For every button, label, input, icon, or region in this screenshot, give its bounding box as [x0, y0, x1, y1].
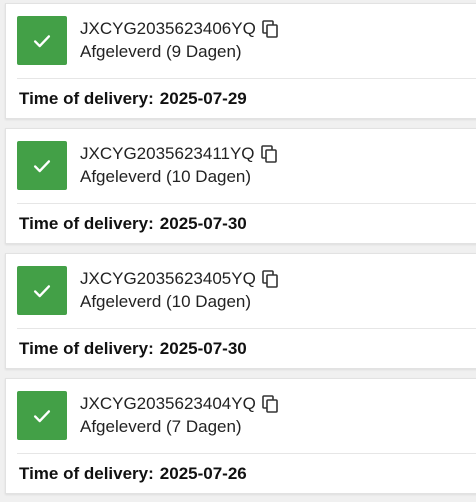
delivery-date: 2025-07-30 [159, 214, 247, 233]
tracking-number: JXCYG2035623405YQ [80, 269, 256, 288]
shipment-header: JXCYG2035623406YQ Afgeleverd (9 Dagen) [17, 16, 476, 66]
delivery-date: 2025-07-30 [159, 339, 247, 358]
delivery-label: Time of delivery: [19, 214, 154, 233]
copy-icon[interactable] [261, 395, 278, 413]
status-text: Afgeleverd (9 Dagen) [80, 42, 242, 61]
shipment-card[interactable]: JXCYG2035623411YQ Afgeleverd (10 Dagen) … [5, 128, 476, 244]
divider [17, 203, 476, 204]
shipment-list: JXCYG2035623406YQ Afgeleverd (9 Dagen) T… [0, 0, 476, 502]
check-icon [33, 34, 51, 47]
tracking-line: JXCYG2035623411YQ [80, 143, 277, 165]
tracking-line: JXCYG2035623405YQ [80, 268, 278, 290]
check-icon [33, 284, 51, 297]
divider [17, 453, 476, 454]
delivery-label: Time of delivery: [19, 339, 154, 358]
shipment-header: JXCYG2035623411YQ Afgeleverd (10 Dagen) [17, 141, 476, 191]
copy-icon[interactable] [260, 145, 277, 163]
tracking-line: JXCYG2035623404YQ [80, 393, 278, 415]
shipment-header: JXCYG2035623405YQ Afgeleverd (10 Dagen) [17, 266, 476, 316]
divider [17, 78, 476, 79]
copy-icon[interactable] [261, 270, 278, 288]
delivery-time: Time of delivery: 2025-07-30 [19, 214, 247, 234]
shipment-card[interactable]: JXCYG2035623404YQ Afgeleverd (7 Dagen) T… [5, 378, 476, 494]
tracking-line: JXCYG2035623406YQ [80, 18, 278, 40]
copy-icon[interactable] [261, 20, 278, 38]
check-icon [33, 409, 51, 422]
tracking-number: JXCYG2035623404YQ [80, 394, 256, 413]
check-icon [33, 159, 51, 172]
delivery-label: Time of delivery: [19, 89, 154, 108]
delivery-label: Time of delivery: [19, 464, 154, 483]
delivery-date: 2025-07-29 [159, 89, 247, 108]
delivered-status-badge [17, 266, 67, 315]
delivery-date: 2025-07-26 [159, 464, 247, 483]
delivery-time: Time of delivery: 2025-07-26 [19, 464, 247, 484]
shipment-header: JXCYG2035623404YQ Afgeleverd (7 Dagen) [17, 391, 476, 441]
tracking-number: JXCYG2035623406YQ [80, 19, 256, 38]
divider [17, 328, 476, 329]
delivery-time: Time of delivery: 2025-07-30 [19, 339, 247, 359]
status-text: Afgeleverd (10 Dagen) [80, 167, 252, 186]
delivered-status-badge [17, 141, 67, 190]
status-text: Afgeleverd (7 Dagen) [80, 417, 242, 436]
delivery-time: Time of delivery: 2025-07-29 [19, 89, 247, 109]
delivered-status-badge [17, 391, 67, 440]
status-text: Afgeleverd (10 Dagen) [80, 292, 252, 311]
shipment-card[interactable]: JXCYG2035623405YQ Afgeleverd (10 Dagen) … [5, 253, 476, 369]
delivered-status-badge [17, 16, 67, 65]
shipment-card[interactable]: JXCYG2035623406YQ Afgeleverd (9 Dagen) T… [5, 3, 476, 119]
tracking-number: JXCYG2035623411YQ [80, 144, 255, 163]
